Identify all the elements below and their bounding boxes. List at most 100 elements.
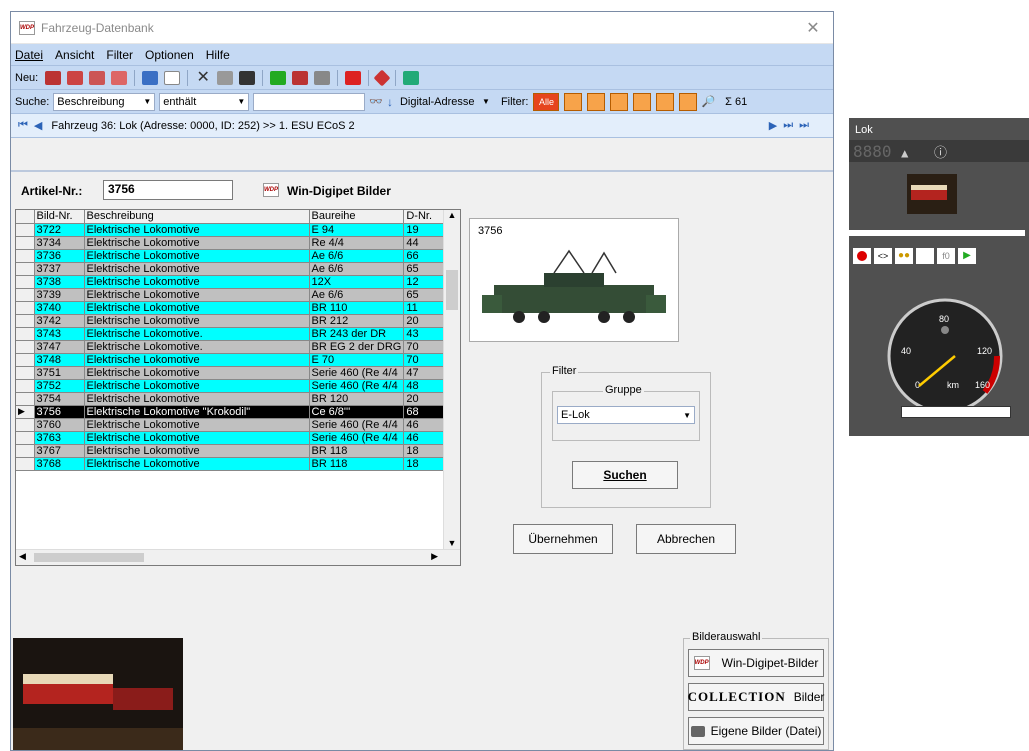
table-row[interactable]: 3752 Elektrische Lokomotive Serie 460 (Re … bbox=[16, 379, 447, 393]
row-indicator[interactable] bbox=[16, 431, 35, 445]
table-row[interactable]: 3738 Elektrische Lokomotive 12X 12 bbox=[16, 275, 447, 289]
cell-dnr[interactable]: 46 bbox=[403, 418, 447, 432]
print-icon[interactable] bbox=[217, 70, 234, 85]
sort-icon[interactable]: ↓ bbox=[387, 95, 393, 109]
cell-baureihe[interactable]: BR 110 bbox=[309, 301, 405, 315]
table-row[interactable]: 3747 Elektrische Lokomotive. BR EG 2 der D… bbox=[16, 340, 447, 354]
row-indicator[interactable] bbox=[16, 444, 35, 458]
table-row[interactable]: 3736 Elektrische Lokomotive Ae 6/6 66 bbox=[16, 249, 447, 263]
vertical-scrollbar[interactable]: ▲ ▼ bbox=[443, 210, 460, 550]
document-icon[interactable] bbox=[164, 70, 181, 85]
binoculars-icon[interactable]: 👓 bbox=[369, 95, 383, 108]
magnet-icon[interactable] bbox=[345, 70, 362, 85]
table-row[interactable]: 3722 Elektrische Lokomotive E 94 19 bbox=[16, 223, 447, 237]
scroll-down-icon[interactable]: ▼ bbox=[444, 538, 460, 548]
row-indicator[interactable] bbox=[16, 418, 35, 432]
table-row[interactable]: 3739 Elektrische Lokomotive Ae 6/6 65 bbox=[16, 288, 447, 302]
wdp-images-button[interactable]: WDP Win-Digipet-Bilder bbox=[688, 649, 824, 677]
cell-dnr[interactable]: 44 bbox=[403, 236, 447, 250]
play-button[interactable]: ▶ bbox=[958, 248, 976, 264]
cell-bild-nr[interactable]: 3751 bbox=[34, 366, 85, 380]
cell-beschreibung[interactable]: Elektrische Lokomotive bbox=[84, 431, 310, 445]
row-indicator[interactable] bbox=[16, 327, 35, 341]
row-indicator[interactable] bbox=[16, 223, 35, 237]
cell-beschreibung[interactable]: Elektrische Lokomotive bbox=[84, 249, 310, 263]
record-button[interactable] bbox=[853, 248, 871, 264]
col-header-bild-nr[interactable]: Bild-Nr. bbox=[34, 210, 85, 224]
cell-bild-nr[interactable]: 3767 bbox=[34, 444, 85, 458]
cell-baureihe[interactable]: Ce 6/8''' bbox=[309, 405, 405, 419]
cell-bild-nr[interactable]: 3738 bbox=[34, 275, 85, 289]
new-loco-icon[interactable] bbox=[45, 70, 62, 85]
cell-baureihe[interactable]: Serie 460 (Re 4/4 bbox=[309, 431, 405, 445]
cell-dnr[interactable]: 46 bbox=[403, 431, 447, 445]
cell-baureihe[interactable]: BR 118 bbox=[309, 444, 405, 458]
cell-dnr[interactable]: 65 bbox=[403, 262, 447, 276]
cell-dnr[interactable]: 12 bbox=[403, 275, 447, 289]
cell-baureihe[interactable]: Re 4/4 bbox=[309, 236, 405, 250]
col-header-baureihe[interactable]: Baureihe bbox=[309, 210, 405, 224]
table-row[interactable]: 3740 Elektrische Lokomotive BR 110 11 bbox=[16, 301, 447, 315]
cell-dnr[interactable]: 66 bbox=[403, 249, 447, 263]
shunting-button[interactable] bbox=[916, 248, 934, 264]
cancel-button[interactable]: Abbrechen bbox=[636, 524, 736, 554]
cell-beschreibung[interactable]: Elektrische Lokomotive bbox=[84, 236, 310, 250]
cell-bild-nr[interactable]: 3739 bbox=[34, 288, 85, 302]
table-row[interactable]: 3734 Elektrische Lokomotive Re 4/4 44 bbox=[16, 236, 447, 250]
table-row[interactable]: 3742 Elektrische Lokomotive BR 212 20 bbox=[16, 314, 447, 328]
scroll-right-icon[interactable]: ▶ bbox=[431, 551, 438, 562]
table-row[interactable]: 3737 Elektrische Lokomotive Ae 6/6 65 bbox=[16, 262, 447, 276]
cell-bild-nr[interactable]: 3734 bbox=[34, 236, 85, 250]
wagon-edit-icon[interactable] bbox=[314, 70, 331, 85]
row-indicator[interactable] bbox=[16, 314, 35, 328]
info-icon[interactable]: ⓘ bbox=[934, 146, 947, 161]
filter-list-button[interactable] bbox=[656, 92, 675, 111]
cell-beschreibung[interactable]: Elektrische Lokomotive. bbox=[84, 327, 310, 341]
direction-button[interactable]: <> bbox=[874, 248, 892, 264]
cell-dnr[interactable]: 70 bbox=[403, 340, 447, 354]
close-button[interactable]: ✕ bbox=[793, 18, 833, 38]
menu-optionen[interactable]: Optionen bbox=[145, 48, 194, 62]
cell-bild-nr[interactable]: 3742 bbox=[34, 314, 85, 328]
row-indicator[interactable] bbox=[16, 379, 35, 393]
h-scroll-thumb[interactable] bbox=[34, 553, 144, 562]
new-coach-icon[interactable] bbox=[89, 70, 106, 85]
table-row[interactable]: 3760 Elektrische Lokomotive Serie 460 (Re … bbox=[16, 418, 447, 432]
filter-loco-button[interactable] bbox=[564, 92, 583, 111]
cell-dnr[interactable]: 18 bbox=[403, 457, 447, 471]
filter-coach-button[interactable] bbox=[610, 92, 629, 111]
cell-dnr[interactable]: 18 bbox=[403, 444, 447, 458]
cell-baureihe[interactable]: Ae 6/6 bbox=[309, 262, 405, 276]
cell-baureihe[interactable]: Ae 6/6 bbox=[309, 249, 405, 263]
cell-beschreibung[interactable]: Elektrische Lokomotive bbox=[84, 444, 310, 458]
cell-baureihe[interactable]: E 70 bbox=[309, 353, 405, 367]
magnifier-icon[interactable]: 🔎 bbox=[701, 95, 715, 108]
cell-dnr[interactable]: 11 bbox=[403, 301, 447, 315]
diamond-icon[interactable] bbox=[373, 69, 391, 86]
cell-beschreibung[interactable]: Elektrische Lokomotive "Krokodil" bbox=[84, 405, 310, 419]
table-row[interactable]: ▶ 3756 Elektrische Lokomotive "Krokodil" Ce… bbox=[16, 405, 447, 419]
scroll-left-icon[interactable]: ◀ bbox=[19, 551, 26, 562]
cell-baureihe[interactable]: Serie 460 (Re 4/4 bbox=[309, 418, 405, 432]
delete-icon[interactable]: ✕ bbox=[195, 69, 211, 85]
cell-dnr[interactable]: 20 bbox=[403, 314, 447, 328]
cell-beschreibung[interactable]: Elektrische Lokomotive bbox=[84, 223, 310, 237]
search-field-select[interactable]: Beschreibung ▼ bbox=[53, 92, 156, 111]
cell-dnr[interactable]: 43 bbox=[403, 327, 447, 341]
menu-filter[interactable]: Filter bbox=[106, 48, 133, 62]
functions-button[interactable]: ●● bbox=[895, 248, 913, 264]
cell-beschreibung[interactable]: Elektrische Lokomotive bbox=[84, 288, 310, 302]
new-car-icon[interactable] bbox=[111, 70, 128, 85]
cell-beschreibung[interactable]: Elektrische Lokomotive bbox=[84, 418, 310, 432]
cell-bild-nr[interactable]: 3756 bbox=[34, 405, 85, 419]
scroll-up-icon[interactable]: ▲ bbox=[444, 210, 460, 220]
cell-dnr[interactable]: 70 bbox=[403, 353, 447, 367]
row-indicator[interactable] bbox=[16, 340, 35, 354]
horizontal-scrollbar[interactable]: ◀ ▶ bbox=[16, 549, 460, 565]
cell-bild-nr[interactable]: 3748 bbox=[34, 353, 85, 367]
cell-beschreibung[interactable]: Elektrische Lokomotive bbox=[84, 457, 310, 471]
cell-dnr[interactable]: 65 bbox=[403, 288, 447, 302]
new-record-icon[interactable]: ⏭ bbox=[799, 119, 809, 132]
row-indicator[interactable] bbox=[16, 353, 35, 367]
gruppe-select[interactable]: E-Lok ▼ bbox=[557, 406, 695, 424]
